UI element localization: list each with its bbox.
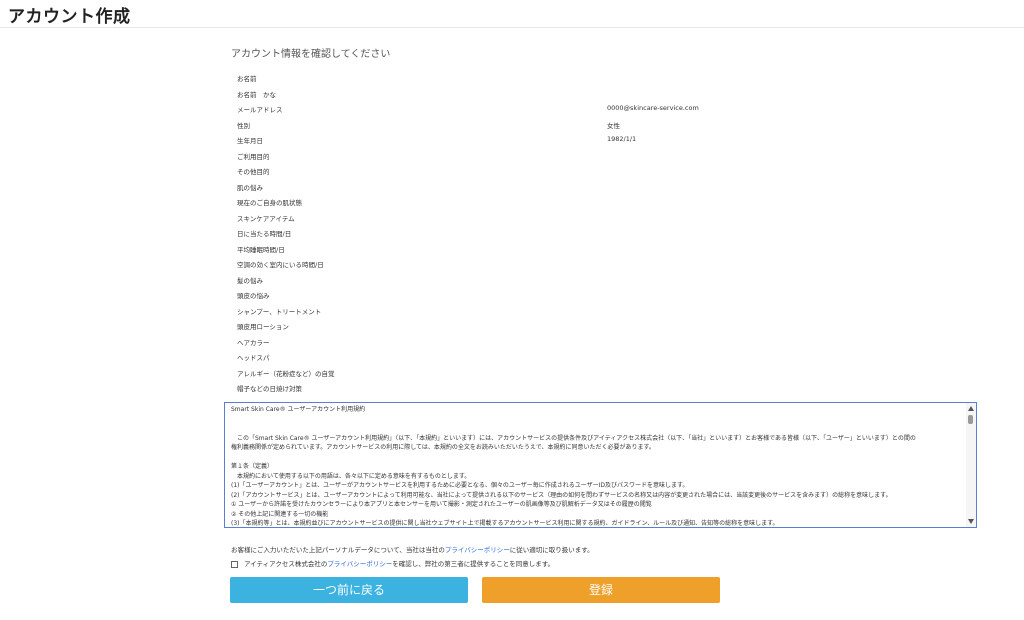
back-button[interactable]: 一つ前に戻る [230,577,468,603]
field-label: 生年月日 [237,137,263,145]
consent-row: アイティアクセス株式会社のプライバシーポリシーを確認し、弊社の第三者に提供するこ… [231,558,554,568]
field-label: ご利用目的 [237,152,270,161]
field-row: 頭皮の悩み [237,290,797,306]
field-row: メールアドレス 0000@skincare-service.com [237,104,797,120]
confirm-subtitle: アカウント情報を確認してください [231,49,391,60]
field-row: 日に当たる時間/日 [237,228,797,244]
field-value: 1982/1/1 [607,135,637,143]
privacy-notice: お客様にご入力いただいた上記パーソナルデータについて、当社は当社のプライバシーポ… [231,544,594,554]
scroll-up-arrow-icon[interactable] [968,406,974,411]
terms-line: (2)「アカウントサービス」とは、ユーザーアカウントによって利用可能な、当社によ… [231,491,892,499]
field-label: 空調の効く室内にいる時間/日 [237,261,324,269]
field-value: 女性 [607,121,620,130]
terms-line: ① ユーザーから許諾を受けたカウンセラーにより本アプリと本センサーを用いて撮影・… [231,501,652,508]
field-label: 頭皮の悩み [237,292,270,300]
terms-line [231,453,959,463]
field-row: 性別 女性 [237,120,797,136]
field-label: その他目的 [237,168,270,176]
terms-line [231,415,959,425]
field-label: 日に当たる時間/日 [237,230,292,238]
terms-line: 第１条（定義） [231,463,274,470]
scroll-down-arrow-icon[interactable] [968,519,974,524]
field-label: お名前 [237,75,257,83]
field-label: ヘッドスパ [237,354,270,362]
field-row: アレルギー（花粉症など）の自覚 [237,368,797,384]
field-label: 帽子などの日焼け対策 [237,385,302,393]
field-label: お名前 かな [237,90,276,99]
terms-text: Smart Skin Care® ユーザーアカウント利用規約 この「Smart … [231,405,959,527]
terms-scrollbar[interactable] [966,403,976,527]
field-row: 髪の悩み [237,275,797,291]
register-button[interactable]: 登録 [482,577,720,603]
consent-text: アイティアクセス株式会社の [244,560,328,568]
field-row: 生年月日 1982/1/1 [237,135,797,151]
consent-text-end: を確認し、弊社の第三者に提供することを同意します。 [392,560,555,568]
field-row: シャンプー、トリートメント [237,306,797,322]
account-info-list: お名前お名前 かな メールアドレス 0000@skincare-service.co… [237,73,797,399]
field-row: スキンケアアイテム [237,213,797,229]
terms-line: 権利義務関係が定められています。アカウントサービスの利用に際しては、本規約の全文… [231,444,655,451]
privacy-policy-link[interactable]: プライバシーポリシー [445,546,510,554]
field-label: 肌の悩み [237,183,263,192]
field-row: 平均睡眠時間/日 [237,244,797,260]
field-row: お名前 かな [237,89,797,105]
field-label: 髪の悩み [237,276,263,285]
field-row: 帽子などの日焼け対策 [237,383,797,399]
field-label: 現在のご自身の肌状態 [237,199,302,207]
consent-checkbox[interactable] [231,560,238,568]
field-row: ヘッドスパ [237,352,797,368]
field-row: ヘアカラー [237,337,797,353]
field-label: スキンケアアイテム [237,214,295,223]
field-label: ヘアカラー [237,338,270,347]
scrollbar-thumb[interactable] [968,415,973,424]
field-value: 0000@skincare-service.com [607,104,699,112]
terms-line: (3)「本規約等」とは、本規約並びにアカウントサービスの提供に関し当社ウェブサイ… [231,520,779,527]
privacy-notice-text: お客様にご入力いただいた上記パーソナルデータについて、当社は当社の [231,546,445,554]
field-row: 頭皮用ローション [237,321,797,337]
field-row: 肌の悩み [237,182,797,198]
terms-line: この「Smart Skin Care® ユーザーアカウント利用規約」（以下、「本… [231,434,916,442]
field-label: シャンプー、トリートメント [237,307,322,316]
terms-line: ② その他上記に関連する一切の機能 [231,510,329,518]
privacy-notice-text-end: に従い適切に取り扱います。 [509,546,594,554]
field-row: ご利用目的 [237,151,797,167]
terms-line: 本規約において使用する以下の用語は、各々以下に定める意味を有するものとします。 [231,472,471,480]
field-label: メールアドレス [237,106,283,114]
consent-privacy-policy-link[interactable]: プライバシーポリシー [327,560,392,568]
terms-line: (1)「ユーザーアカウント」とは、ユーザーがアカウントサービスを利用するために必… [231,482,689,489]
field-label: 頭皮用ローション [237,323,289,331]
field-label: アレルギー（花粉症など）の自覚 [237,369,335,378]
header-bar: アカウント作成 [0,0,1024,28]
field-row: その他目的 [237,166,797,182]
terms-textarea[interactable]: Smart Skin Care® ユーザーアカウント利用規約 この「Smart … [224,402,977,528]
terms-line [231,424,959,434]
field-label: 平均睡眠時間/日 [237,245,285,254]
field-row: 現在のご自身の肌状態 [237,197,797,213]
field-row: お名前 [237,73,797,89]
field-label: 性別 [237,121,250,130]
page-title: アカウント作成 [8,7,131,27]
terms-line: Smart Skin Care® ユーザーアカウント利用規約 [231,406,366,413]
field-row: 空調の効く室内にいる時間/日 [237,259,797,275]
